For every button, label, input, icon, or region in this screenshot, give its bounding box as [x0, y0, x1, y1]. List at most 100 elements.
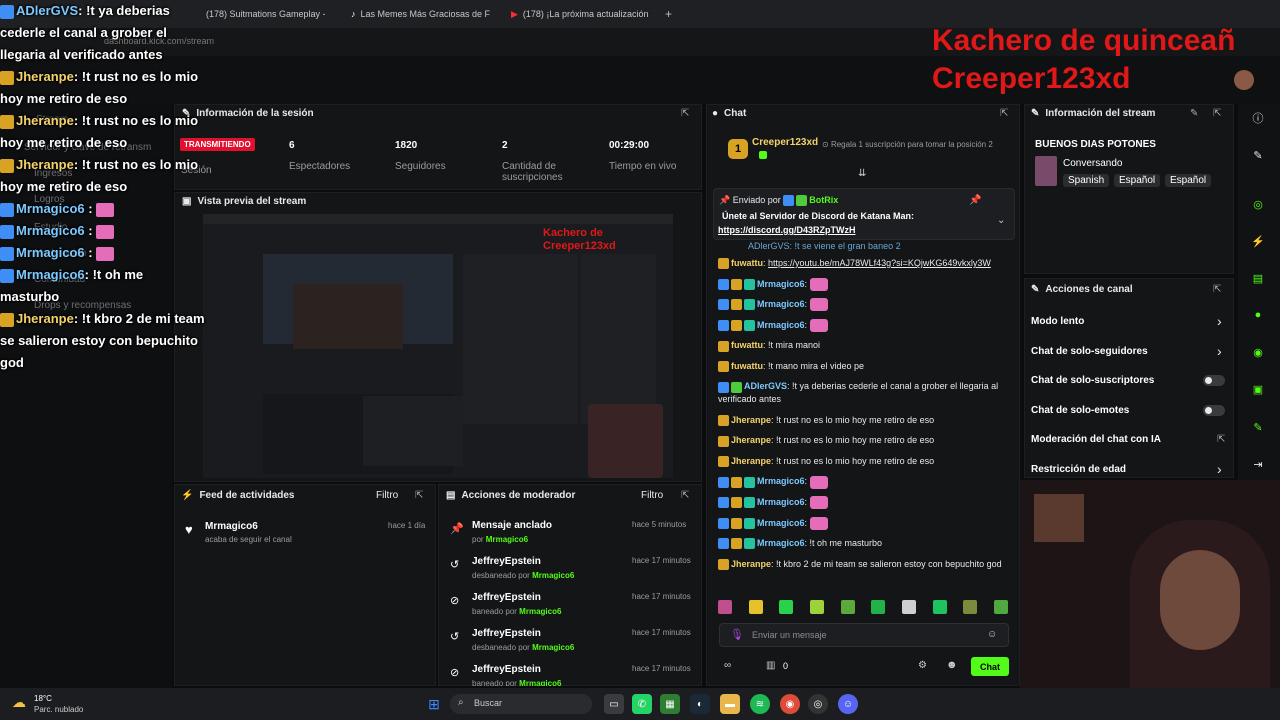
- target-icon[interactable]: ◎: [1247, 193, 1269, 215]
- mod-action-mod[interactable]: Mrmagico6: [532, 643, 574, 652]
- chat-username[interactable]: Mrmagico6: [757, 299, 805, 309]
- emote-icon[interactable]: [779, 600, 794, 614]
- send-chat-button[interactable]: Chat: [971, 657, 1009, 676]
- pinned-link[interactable]: https://discord.gg/D43RZpTWzH: [718, 225, 856, 235]
- microphone-icon[interactable]: 🎙: [730, 628, 744, 641]
- gift-prompt[interactable]: ⊙ Regala 1 suscripción para tomar la pos…: [822, 140, 1002, 150]
- category-name[interactable]: Conversando: [1063, 158, 1122, 169]
- taskbar-search[interactable]: [450, 694, 592, 714]
- mod-action-item[interactable]: ↺ JeffreyEpstein desbaneado por Mrmagico…: [446, 552, 696, 586]
- mod-filter-button[interactable]: Filtro: [641, 490, 663, 501]
- list-icon[interactable]: ▣: [1247, 378, 1269, 400]
- edit-icon[interactable]: ✎: [1190, 108, 1198, 119]
- close-tab-icon[interactable]: ✕: [653, 9, 655, 20]
- emote-icon[interactable]: [963, 600, 978, 614]
- bolt-icon[interactable]: ⚡: [1247, 230, 1269, 252]
- steam-icon[interactable]: ◐: [690, 694, 710, 714]
- chat-message[interactable]: Jheranpe: !t rust no es lo mio hoy me re…: [718, 434, 1012, 447]
- channel-action-row[interactable]: Chat de solo-seguidores ›: [1031, 343, 1227, 368]
- chevron-right-icon[interactable]: ›: [1217, 461, 1222, 477]
- stream-preview-video[interactable]: Kachero de Creeper123xd: [203, 214, 673, 478]
- expand-icon[interactable]: ⇱: [1000, 108, 1008, 119]
- browser-tab[interactable]: (178) Suitmations Gameplay - F✕: [200, 4, 325, 24]
- chat-message[interactable]: Jheranpe: !t rust no es lo mio hoy me re…: [718, 455, 1012, 468]
- tag[interactable]: Español: [1114, 174, 1161, 187]
- emote-icon[interactable]: [809, 600, 824, 614]
- obs-icon[interactable]: ◎: [808, 694, 828, 714]
- top-gifter-name[interactable]: Creeper123xd: [752, 137, 818, 148]
- emoji-icon[interactable]: ☺: [987, 629, 997, 640]
- chrome-icon[interactable]: ◉: [780, 694, 800, 714]
- weather-temp[interactable]: 18°C: [34, 694, 52, 703]
- expand-icon[interactable]: ⇱: [415, 490, 423, 501]
- toggle-switch[interactable]: [1203, 404, 1225, 416]
- chat-icon[interactable]: ●: [1247, 304, 1269, 326]
- channel-action-row[interactable]: Chat de solo-suscriptores: [1031, 375, 1227, 397]
- activity-filter-button[interactable]: Filtro: [376, 490, 398, 501]
- emote-icon[interactable]: [932, 600, 947, 614]
- chat-input-placeholder[interactable]: Enviar un mensaje: [752, 630, 827, 640]
- chat-message[interactable]: Mrmagico6: !t oh me masturbo: [718, 537, 1012, 550]
- collapse-rail-icon[interactable]: ⇥: [1247, 453, 1269, 475]
- weather-icon[interactable]: ☁: [12, 694, 26, 711]
- chat-username[interactable]: Mrmagico6: [757, 497, 805, 507]
- expand-icon[interactable]: ⇱: [1213, 284, 1221, 295]
- chat-username[interactable]: fuwattu: [731, 361, 763, 371]
- activity-user[interactable]: Mrmagico6: [205, 521, 258, 532]
- expand-icon[interactable]: ⇱: [681, 108, 689, 119]
- chat-username[interactable]: Mrmagico6: [757, 538, 805, 548]
- tag[interactable]: Spanish: [1063, 174, 1110, 187]
- mod-action-mod[interactable]: Mrmagico6: [519, 607, 561, 616]
- chat-message[interactable]: fuwattu: https://youtu.be/mAJ78WLf43g?si…: [718, 257, 1012, 270]
- emote-icon[interactable]: [748, 600, 763, 614]
- chat-message[interactable]: Jheranpe: !t kbro 2 de mi team se salier…: [718, 558, 1012, 571]
- channel-action-row[interactable]: Moderación del chat con IA ⇱: [1031, 434, 1227, 456]
- users-icon[interactable]: ☻: [946, 659, 958, 671]
- pen-icon[interactable]: ✎: [1247, 144, 1269, 166]
- channel-action-row[interactable]: Chat de solo-emotes: [1031, 404, 1227, 427]
- gift-box-icon[interactable]: ▥: [766, 660, 775, 671]
- mod-action-mod[interactable]: Mrmagico6: [532, 571, 574, 580]
- chat-username[interactable]: Jheranpe: [731, 435, 771, 445]
- search-placeholder[interactable]: Buscar: [474, 698, 502, 708]
- avatar[interactable]: [1234, 70, 1254, 90]
- weather-desc[interactable]: Parc. nublado: [34, 705, 83, 714]
- chat-username[interactable]: Jheranpe: [731, 415, 771, 425]
- chevron-down-icon[interactable]: ⌄: [997, 215, 1005, 226]
- windows-start-icon[interactable]: ⊞: [424, 694, 444, 714]
- collapse-icon[interactable]: ⇊: [858, 168, 866, 179]
- minecraft-icon[interactable]: ▦: [660, 694, 680, 714]
- mod-action-item[interactable]: 📌 Mensaje anclado por Mrmagico6 hace 5 m…: [446, 516, 696, 550]
- chat-message[interactable]: Mrmagico6:: [718, 516, 1012, 530]
- chat-username[interactable]: Mrmagico6: [757, 279, 805, 289]
- chat-message[interactable]: fuwattu: !t mira manoi: [718, 339, 1012, 352]
- chevron-right-icon[interactable]: ›: [1217, 343, 1222, 359]
- browser-tab[interactable]: ♪Las Memes Más Graciosas de F✕: [345, 4, 495, 24]
- mod-action-mod[interactable]: Mrmagico6: [486, 535, 528, 544]
- tag[interactable]: Español: [1165, 174, 1212, 187]
- chat-username[interactable]: Mrmagico6: [757, 320, 805, 330]
- chat-username[interactable]: Jheranpe: [731, 456, 771, 466]
- unpin-icon[interactable]: 📌: [969, 195, 981, 206]
- chat-message[interactable]: fuwattu: !t mano mira el video pe: [718, 360, 1012, 373]
- mod-action-item[interactable]: ↺ JeffreyEpstein desbaneado por Mrmagico…: [446, 624, 696, 658]
- browser-tab[interactable]: ▶ (178) ¡La próxima actualización ✕: [505, 4, 655, 24]
- new-tab-icon[interactable]: +: [665, 7, 672, 21]
- toggle-switch[interactable]: [1203, 375, 1225, 386]
- emote-icon[interactable]: [993, 600, 1008, 614]
- emote-icon[interactable]: [840, 600, 855, 614]
- whatsapp-icon[interactable]: ✆: [632, 694, 652, 714]
- discord-icon[interactable]: ☺: [838, 694, 858, 714]
- external-link-icon[interactable]: ⇱: [1217, 434, 1225, 445]
- chat-message[interactable]: Jheranpe: !t rust no es lo mio hoy me re…: [718, 414, 1012, 427]
- emote-icon[interactable]: [901, 600, 916, 614]
- info-icon[interactable]: ⓘ: [1247, 107, 1269, 129]
- task-view-icon[interactable]: ▭: [604, 694, 624, 714]
- channel-action-row[interactable]: Modo lento ›: [1031, 313, 1227, 338]
- settings-gear-icon[interactable]: ⚙: [918, 660, 927, 671]
- spotify-icon[interactable]: ≋: [750, 694, 770, 714]
- chat-username[interactable]: fuwattu: [731, 258, 763, 268]
- mod-action-item[interactable]: ⊘ JeffreyEpstein baneado por Mrmagico6 h…: [446, 660, 696, 686]
- pinned-user[interactable]: BotRix: [809, 195, 838, 205]
- chat-username[interactable]: fuwattu: [731, 340, 763, 350]
